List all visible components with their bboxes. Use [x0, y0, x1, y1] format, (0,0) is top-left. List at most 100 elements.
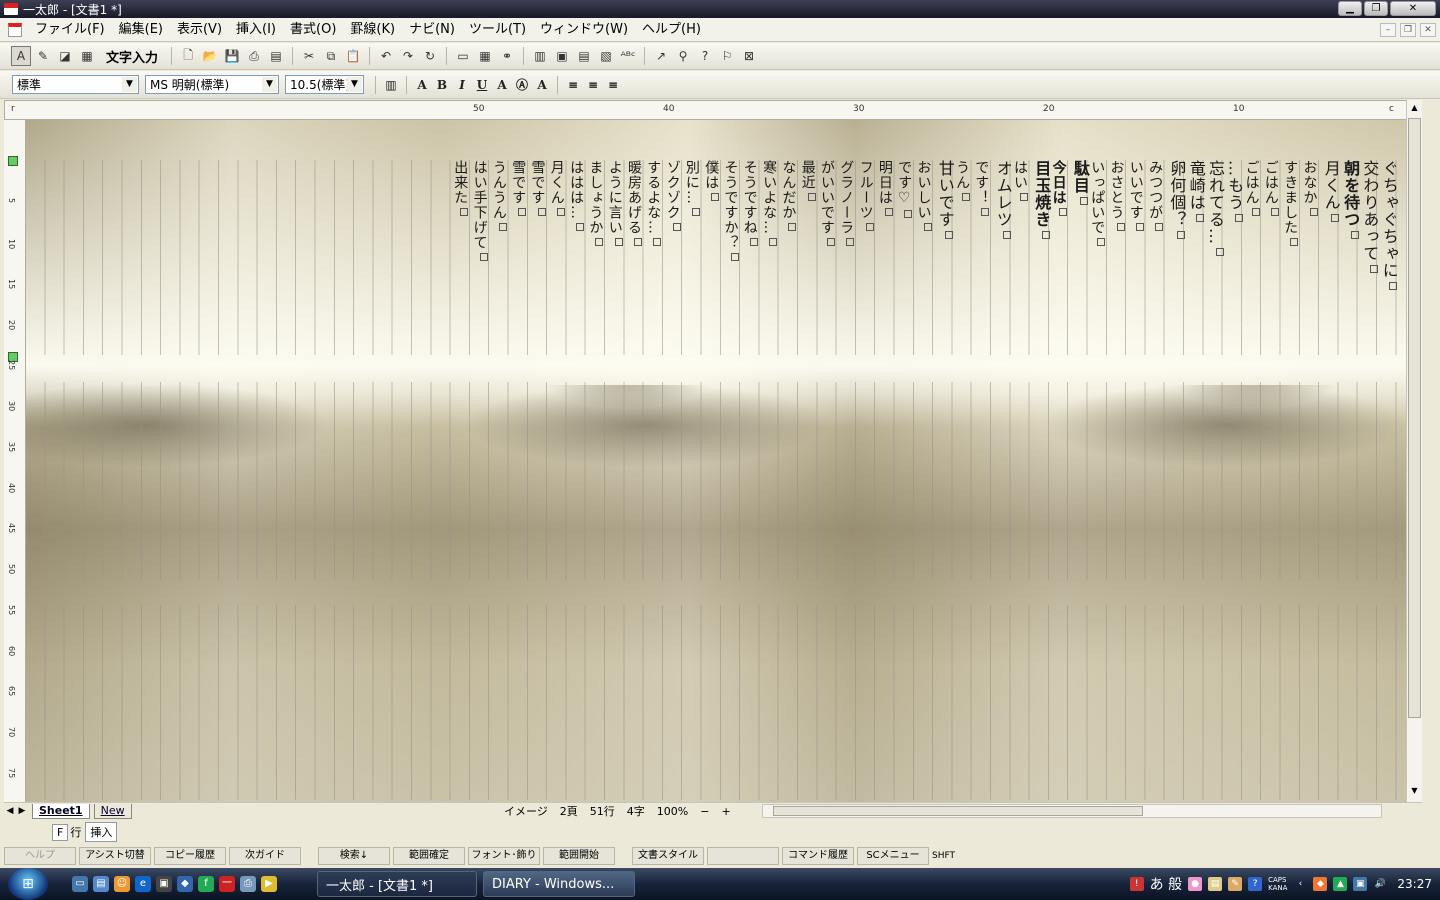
ftp-icon[interactable]: f — [198, 876, 214, 892]
menu-format[interactable]: 書式(O) — [283, 18, 343, 42]
menu-file[interactable]: ファイル(F) — [28, 18, 112, 42]
task-ichitaro[interactable]: 一太郎 - [文書1 *] — [317, 871, 477, 897]
paste-icon[interactable]: 📋 — [343, 46, 363, 66]
char-color-icon[interactable]: Ⓐ — [512, 75, 532, 95]
maximize-button[interactable]: ❐ — [1364, 1, 1388, 16]
border-char-icon[interactable]: A — [532, 75, 552, 95]
menu-insert[interactable]: 挿入(I) — [229, 18, 283, 42]
tray-expand-icon[interactable]: ‹ — [1293, 877, 1307, 891]
tray-alert-icon[interactable]: ! — [1129, 877, 1144, 891]
font-select[interactable]: MS 明朝(標準) ▼ — [145, 75, 279, 94]
menu-help[interactable]: ヘルプ(H) — [635, 18, 708, 42]
volume-icon[interactable]: 🔊 — [1373, 877, 1387, 891]
find-icon[interactable]: ⚲ — [673, 46, 693, 66]
fkey-range-start[interactable]: 範囲開始 — [543, 847, 615, 865]
underline-icon[interactable]: U — [472, 75, 492, 95]
menu-navi[interactable]: ナビ(N) — [402, 18, 462, 42]
doc-restore-button[interactable]: ❐ — [1400, 23, 1416, 37]
fkey-sc-menu[interactable]: SCメニュー — [857, 847, 929, 865]
fkey-empty[interactable] — [707, 847, 779, 865]
vertical-ruler[interactable]: 5 10 15 20 25 30 35 40 45 50 55 60 65 70… — [4, 120, 26, 802]
menu-tools[interactable]: ツール(T) — [462, 18, 533, 42]
doc-minimize-button[interactable]: – — [1380, 23, 1396, 37]
ichitaro-quick-icon[interactable]: 一 — [219, 876, 235, 892]
start-button[interactable]: ⊞ — [8, 868, 48, 900]
jump-icon[interactable]: ↗ — [651, 46, 671, 66]
size-select[interactable]: 10.5(標準) ▼ — [285, 75, 364, 94]
minimize-button[interactable]: ▁ — [1338, 1, 1362, 16]
frame-icon[interactable]: ▦ — [77, 46, 97, 66]
table-icon[interactable]: ▦ — [475, 46, 495, 66]
fkey-assist[interactable]: アシスト切替 — [79, 847, 151, 865]
tray-app-icon[interactable]: ● — [1188, 877, 1203, 891]
shape-icon[interactable]: ◪ — [55, 46, 75, 66]
network-icon[interactable]: ▣ — [1353, 877, 1368, 891]
printer-icon[interactable]: ⎙ — [240, 876, 256, 892]
horizontal-scrollbar[interactable] — [762, 804, 1382, 818]
clock[interactable]: 23:27 — [1397, 877, 1432, 891]
help-query-icon[interactable]: ? — [695, 46, 715, 66]
fkey-copy-history[interactable]: コピー履歴 — [154, 847, 226, 865]
highlight-icon[interactable]: A — [492, 75, 512, 95]
close-button[interactable]: ✕ — [1390, 1, 1436, 16]
fkey-doc-style[interactable]: 文書スタイル — [632, 847, 704, 865]
chevron-down-icon[interactable]: ▼ — [347, 77, 362, 92]
window-switch-icon[interactable]: ▤ — [93, 876, 109, 892]
undo-icon[interactable]: ↶ — [376, 46, 396, 66]
spellcheck-icon[interactable]: ᴬᴮᶜ — [618, 46, 638, 66]
align-left-icon[interactable]: ≡ — [563, 75, 583, 95]
save-icon[interactable]: 💾 — [222, 46, 242, 66]
menu-view[interactable]: 表示(V) — [170, 18, 229, 42]
print-icon[interactable]: ⎙ — [244, 46, 264, 66]
cut-icon[interactable]: ✂ — [299, 46, 319, 66]
fkey-next-guide[interactable]: 次ガイド — [229, 847, 301, 865]
link-icon[interactable]: ⚭ — [497, 46, 517, 66]
chevron-down-icon[interactable]: ▼ — [122, 77, 137, 92]
indent-marker[interactable] — [8, 156, 18, 166]
tab-new[interactable]: New — [93, 803, 132, 819]
tray-notes-icon[interactable]: ▤ — [1208, 877, 1223, 891]
ruled-line-icon[interactable]: ▭ — [453, 46, 473, 66]
fkey-command-history[interactable]: コマンド履歴 — [782, 847, 854, 865]
repeat-icon[interactable]: ↻ — [420, 46, 440, 66]
italic-icon[interactable]: I — [452, 75, 472, 95]
menu-ruled-lines[interactable]: 罫線(K) — [343, 18, 402, 42]
insert-mode[interactable]: 挿入 — [85, 822, 118, 842]
view-mode[interactable]: イメージ — [504, 803, 548, 819]
media-icon[interactable]: ▶ — [261, 876, 277, 892]
ie-icon[interactable]: e — [135, 876, 151, 892]
ime-mode[interactable]: あ 般 — [1150, 874, 1182, 894]
document-icon[interactable] — [8, 22, 22, 37]
show-desktop-icon[interactable]: ▭ — [72, 876, 88, 892]
tray-update-icon[interactable]: ▲ — [1333, 877, 1348, 891]
copy-icon[interactable]: ⧉ — [321, 46, 341, 66]
tray-security-icon[interactable]: ◆ — [1313, 877, 1328, 891]
assist-icon[interactable]: ⚐ — [717, 46, 737, 66]
new-document-icon[interactable]: 🗋 — [178, 46, 198, 66]
app-icon[interactable]: ◆ — [177, 876, 193, 892]
messenger-icon[interactable]: ☺ — [114, 876, 130, 892]
doc-close-button[interactable]: ✕ — [1420, 23, 1436, 37]
font-size-icon[interactable]: A — [412, 75, 432, 95]
open-icon[interactable]: 📂 — [200, 46, 220, 66]
scroll-thumb[interactable] — [1408, 118, 1421, 718]
tab-next-icon[interactable]: ▶ — [16, 806, 28, 816]
scroll-down-icon[interactable]: ▼ — [1408, 784, 1421, 798]
help-icon[interactable]: ? — [1248, 877, 1263, 891]
document-area[interactable]: ぐちゃぐちゃに 交わりあって 朝を待つ 月くん おなか すきました ごはん ごはん …もう 忘れて… — [26, 120, 1406, 802]
fkey-range-confirm[interactable]: 範囲確定 — [393, 847, 465, 865]
redo-icon[interactable]: ↷ — [398, 46, 418, 66]
tab-prev-icon[interactable]: ◀ — [4, 806, 16, 816]
zoom-out-icon[interactable]: − — [700, 805, 709, 818]
zoom-level[interactable]: 100% — [657, 805, 688, 818]
style-select[interactable]: 標準 ▼ — [12, 75, 139, 94]
print-preview-icon[interactable]: ▤ — [266, 46, 286, 66]
page-icon[interactable]: ▣ — [552, 46, 572, 66]
scroll-up-icon[interactable]: ▲ — [1408, 101, 1421, 115]
fkey-help[interactable]: ヘルプ — [4, 847, 76, 865]
columns-icon[interactable]: ▥ — [530, 46, 550, 66]
frame-tool-icon[interactable]: ▧ — [596, 46, 616, 66]
tab-sheet1[interactable]: Sheet1 — [32, 803, 90, 819]
vertical-scrollbar[interactable]: ▲ ▼ — [1406, 100, 1422, 802]
pen-icon[interactable]: ✎ — [33, 46, 53, 66]
